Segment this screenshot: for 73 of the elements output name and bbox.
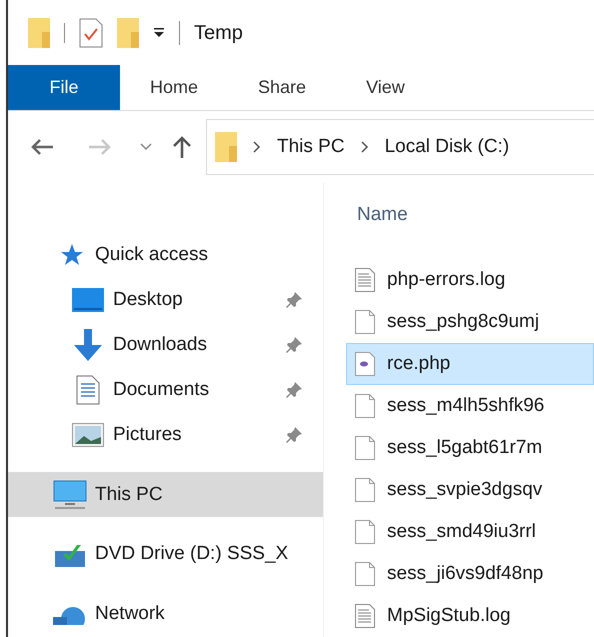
file-name: sess_smd49iu3rrl — [387, 520, 536, 544]
file-name: sess_l5gabt61r7m — [387, 436, 542, 460]
back-arrow-icon[interactable] — [30, 138, 54, 156]
nav-label: This PC — [95, 482, 163, 507]
file-row[interactable]: sess_svpie3dgsqv — [346, 469, 594, 511]
pin-icon[interactable] — [285, 381, 303, 400]
file-row[interactable]: sess_pshg8c9umj — [346, 301, 594, 343]
file-icon — [355, 478, 375, 502]
file-row[interactable]: sess_smd49iu3rrl — [346, 511, 594, 553]
nav-item[interactable]: Documents — [8, 368, 323, 413]
file-icon — [355, 436, 375, 460]
nav-item[interactable]: Pictures — [8, 412, 323, 458]
chevron-right-icon — [253, 141, 261, 153]
text-file-icon — [355, 604, 375, 628]
dvd-drive-icon — [55, 542, 85, 567]
file-name: sess_pshg8c9umj — [387, 310, 540, 334]
nav-label: Network — [95, 602, 165, 626]
network-icon — [53, 604, 87, 625]
nav-label: Quick access — [95, 243, 208, 268]
up-arrow-icon[interactable] — [172, 135, 192, 159]
computer-icon — [53, 480, 87, 510]
nav-label: Desktop — [113, 288, 183, 312]
file-name: php-errors.log — [387, 268, 506, 292]
nav-label: Downloads — [113, 332, 207, 357]
address-bar[interactable]: This PC Local Disk (C:) — [206, 119, 594, 175]
file-row[interactable]: sess_l5gabt61r7m — [346, 427, 594, 469]
file-row[interactable]: sess_m4lh5shfk96 — [346, 385, 594, 427]
nav-label: Documents — [113, 378, 210, 402]
folder-icon — [215, 132, 237, 162]
file-name: sess_svpie3dgsqv — [387, 478, 542, 502]
dropdown-icon[interactable] — [153, 26, 165, 38]
file-row[interactable]: MpSigStub.log — [346, 595, 594, 637]
file-icon — [355, 520, 375, 544]
php-file-icon — [355, 352, 375, 376]
breadcrumb[interactable]: This PC — [277, 132, 345, 162]
properties-icon[interactable] — [79, 18, 103, 48]
ribbon-tab[interactable]: Home — [120, 65, 228, 110]
file-icon — [355, 562, 375, 586]
ribbon-tab[interactable]: File — [8, 65, 120, 110]
pin-icon[interactable] — [285, 426, 303, 444]
ribbon-tab[interactable]: Share — [228, 65, 336, 110]
file-row[interactable]: php-errors.log — [346, 259, 594, 301]
download-arrow-icon — [72, 329, 104, 362]
file-name: rce.php — [387, 352, 450, 376]
pin-icon[interactable] — [285, 291, 303, 310]
breadcrumb[interactable]: Local Disk (C:) — [384, 132, 510, 162]
window-title: Temp — [194, 20, 243, 46]
nav-label: DVD Drive (D:) SSS_X — [95, 542, 288, 566]
pictures-icon — [72, 423, 104, 447]
file-name: MpSigStub.log — [387, 604, 511, 628]
document-icon — [76, 375, 100, 406]
file-icon — [355, 394, 375, 418]
desktop-icon — [72, 288, 104, 312]
pin-icon[interactable] — [285, 336, 303, 354]
nav-label: Pictures — [113, 422, 182, 447]
chevron-right-icon — [360, 141, 369, 153]
chevron-down-icon[interactable] — [140, 143, 152, 151]
nav-item[interactable]: Network — [8, 592, 323, 637]
file-icon — [355, 310, 375, 334]
file-name: sess_ji6vs9df48np — [387, 562, 544, 586]
nav-item[interactable]: Quick access — [8, 233, 323, 278]
column-header[interactable]: Name — [346, 201, 594, 243]
nav-item[interactable]: Downloads — [8, 322, 323, 368]
nav-item[interactable]: This PC — [8, 472, 323, 518]
file-row[interactable]: rce.php — [346, 343, 594, 385]
text-file-icon — [355, 268, 375, 292]
file-name: sess_m4lh5shfk96 — [387, 394, 544, 418]
folder-icon — [28, 18, 50, 48]
nav-item[interactable]: DVD Drive (D:) SSS_X — [8, 532, 323, 578]
file-row[interactable]: sess_ji6vs9df48np — [346, 553, 594, 595]
new-folder-icon — [117, 18, 139, 48]
nav-item[interactable]: Desktop — [8, 278, 323, 323]
ribbon-tab[interactable]: View — [336, 65, 435, 110]
